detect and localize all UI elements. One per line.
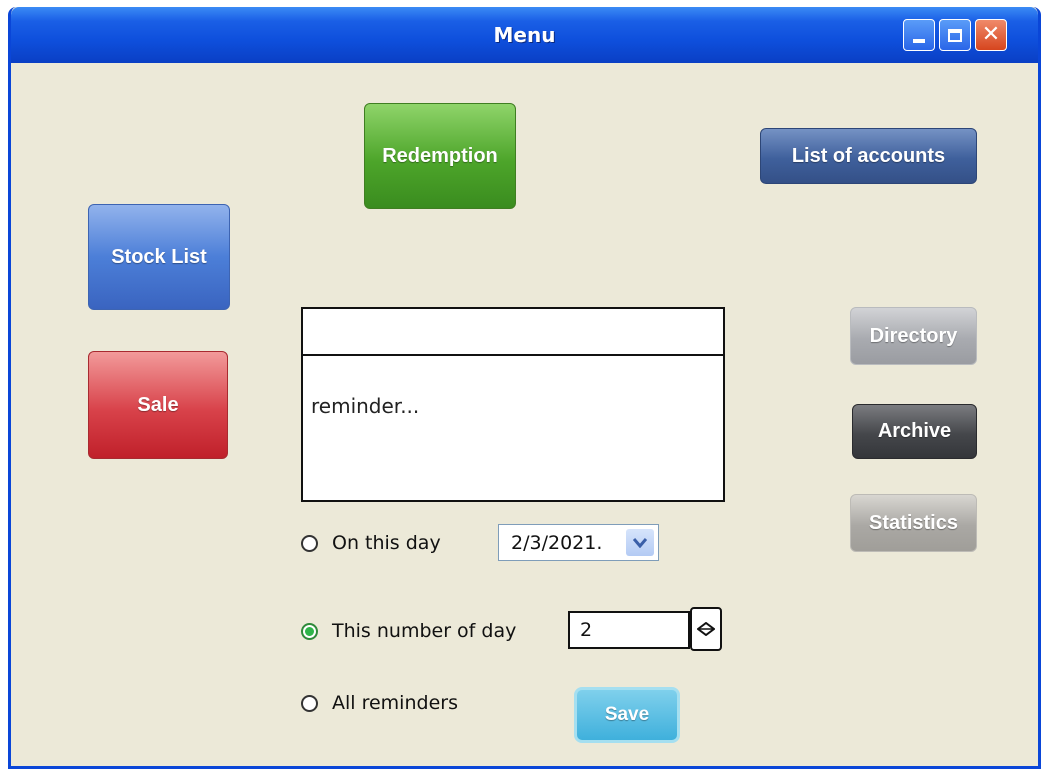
save-button[interactable]: Save (574, 687, 680, 743)
day-number-value: 2 (580, 619, 593, 641)
maximize-icon (948, 28, 962, 42)
list-of-accounts-button[interactable]: List of accounts (760, 128, 977, 184)
date-select[interactable]: 2/3/2021. (498, 524, 659, 561)
this-number-of-day-label: This number of day (332, 620, 517, 642)
redemption-button[interactable]: Redemption (364, 103, 516, 209)
sale-button[interactable]: Sale (88, 351, 228, 459)
day-number-input[interactable]: 2 (568, 611, 690, 649)
radio-selected-dot (305, 626, 314, 636)
this-number-of-day-option[interactable]: This number of day (301, 620, 516, 642)
reminder-header[interactable] (303, 309, 723, 356)
on-this-day-option[interactable]: On this day (301, 532, 441, 554)
stock-list-button[interactable]: Stock List (88, 204, 230, 310)
archive-button[interactable]: Archive (852, 404, 977, 459)
reminder-text[interactable]: reminder... (311, 394, 419, 418)
all-reminders-option[interactable]: All reminders (301, 692, 458, 714)
maximize-button[interactable] (939, 19, 971, 51)
on-this-day-label: On this day (332, 532, 441, 554)
directory-button[interactable]: Directory (850, 307, 977, 365)
reminder-panel[interactable]: reminder... (301, 307, 725, 502)
all-reminders-label: All reminders (332, 692, 458, 714)
date-value: 2/3/2021. (511, 532, 603, 554)
this-number-of-day-radio[interactable] (301, 622, 318, 640)
on-this-day-radio[interactable] (301, 534, 318, 552)
chevron-down-icon[interactable] (626, 529, 654, 556)
minimize-button[interactable] (903, 19, 935, 51)
day-number-stepper[interactable] (690, 607, 722, 651)
minimize-icon (913, 39, 925, 43)
title-bar[interactable]: Menu ✕ (11, 7, 1038, 63)
menu-window: Menu ✕ Redemption Stock List Sale List o… (8, 7, 1041, 769)
close-button[interactable]: ✕ (975, 19, 1007, 51)
stepper-icon (697, 622, 715, 636)
all-reminders-radio[interactable] (301, 694, 318, 712)
window-title: Menu (493, 23, 556, 47)
statistics-button[interactable]: Statistics (850, 494, 977, 552)
close-icon: ✕ (981, 22, 1001, 47)
